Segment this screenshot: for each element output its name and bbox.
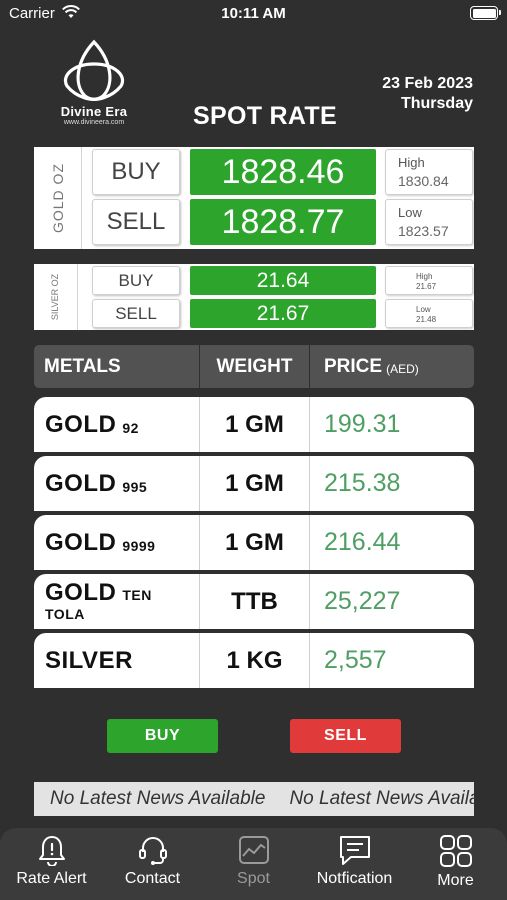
gold-high-label: High: [398, 155, 425, 170]
silver-low-box: Low 21.48: [385, 299, 473, 328]
silver-high-label: High: [416, 272, 433, 281]
chart-icon: [238, 836, 269, 864]
grid-icon: [439, 835, 472, 867]
metal-name: GOLD 92: [45, 410, 139, 438]
tab-bar: Rate Alert Contact Spot Notfication More: [0, 828, 507, 900]
metal-weight: TTB: [199, 574, 310, 629]
silver-buy-rate: 21.64: [190, 266, 376, 295]
gold-low-box: Low 1823.57: [385, 199, 473, 245]
tab-label: More: [437, 872, 474, 889]
metal-name: GOLD 995: [45, 469, 148, 497]
metal-name: SILVER: [45, 646, 133, 674]
brand-logo: Divine Era www.divineera.com: [52, 38, 136, 134]
price-table-header: METALS WEIGHT PRICE (AED): [34, 345, 474, 388]
status-bar: Carrier 10:11 AM: [0, 0, 507, 30]
metal-price: 216.44: [324, 528, 401, 556]
metal-price: 25,227: [324, 587, 401, 615]
metal-weight: 1 GM: [199, 515, 310, 570]
gold-buy-rate: 1828.46: [190, 149, 376, 195]
headset-icon: [138, 837, 167, 865]
col-price-unit: (AED): [386, 361, 419, 376]
table-row: SILVER 1 KG 2,557: [34, 633, 474, 688]
silver-low-value: 21.48: [416, 315, 437, 324]
tab-label: Contact: [124, 870, 181, 887]
gold-high-box: High 1830.84: [385, 149, 473, 195]
silver-high-value: 21.67: [416, 282, 437, 291]
tab-label: Notfication: [316, 870, 393, 887]
ticker-text: No Latest News Available: [289, 788, 474, 809]
metal-weight: 1 GM: [199, 456, 310, 511]
gold-buy-label: BUY: [92, 149, 180, 195]
bell-icon: [38, 836, 65, 866]
triquetra-icon: [63, 39, 125, 101]
tab-notification[interactable]: Notfication: [304, 834, 405, 888]
metal-price: 199.31: [324, 410, 401, 438]
gold-sell-label: SELL: [92, 199, 180, 245]
brand-url: www.divineera.com: [63, 119, 125, 126]
table-row: GOLD 995 1 GM 215.38: [34, 456, 474, 511]
message-icon: [339, 836, 370, 865]
table-row: GOLD 9999 1 GM 216.44: [34, 515, 474, 570]
silver-oz-label: SILVER OZ: [34, 264, 78, 330]
brand-name: Divine Era: [60, 104, 128, 119]
day-text: Thursday: [400, 95, 473, 112]
gold-sell-rate: 1828.77: [190, 199, 376, 245]
metal-name: GOLD TEN TOLA: [45, 578, 152, 622]
gold-low-label: Low: [398, 205, 422, 220]
page-title: SPOT RATE: [193, 102, 337, 130]
silver-sell-label: SELL: [92, 299, 180, 328]
battery-icon: [470, 6, 501, 20]
tab-contact[interactable]: Contact: [102, 834, 203, 888]
gold-oz-label: GOLD OZ: [34, 147, 82, 249]
table-row: GOLD TEN TOLA TTB 25,227: [34, 574, 474, 629]
clock: 10:11 AM: [221, 5, 286, 22]
silver-low-label: Low: [416, 305, 431, 314]
silver-buy-label: BUY: [92, 266, 180, 295]
table-row: GOLD 92 1 GM 199.31: [34, 397, 474, 452]
gold-spot-panel: GOLD OZ BUY 1828.46 High 1830.84 SELL 18…: [34, 147, 474, 249]
metal-name: GOLD 9999: [45, 528, 156, 556]
sell-button[interactable]: SELL: [290, 719, 401, 753]
date-display: 23 Feb 2023 Thursday: [382, 74, 473, 114]
date-text: 23 Feb 2023: [382, 75, 473, 92]
news-ticker: No Latest News Available No Latest News …: [34, 782, 474, 816]
col-weight: WEIGHT: [199, 345, 310, 388]
metal-weight: 1 GM: [199, 397, 310, 452]
metal-price: 2,557: [324, 646, 387, 674]
tab-rate-alert[interactable]: Rate Alert: [1, 834, 102, 888]
col-price: PRICE (AED): [324, 345, 419, 388]
silver-high-box: High 21.67: [385, 266, 473, 295]
col-metals: METALS: [44, 355, 121, 377]
tab-more[interactable]: More: [405, 834, 506, 890]
ticker-text: No Latest News Available: [50, 788, 266, 809]
tab-spot[interactable]: Spot: [203, 834, 304, 888]
silver-sell-rate: 21.67: [190, 299, 376, 328]
silver-spot-panel: SILVER OZ BUY 21.64 High 21.67 SELL 21.6…: [34, 264, 474, 330]
gold-high-value: 1830.84: [398, 173, 449, 189]
tab-label: Spot: [237, 870, 270, 887]
gold-low-value: 1823.57: [398, 223, 449, 239]
tab-label: Rate Alert: [16, 870, 87, 887]
col-price-label: PRICE: [324, 355, 383, 377]
buy-button[interactable]: BUY: [107, 719, 218, 753]
metal-weight: 1 KG: [199, 633, 310, 688]
metal-price: 215.38: [324, 469, 401, 497]
